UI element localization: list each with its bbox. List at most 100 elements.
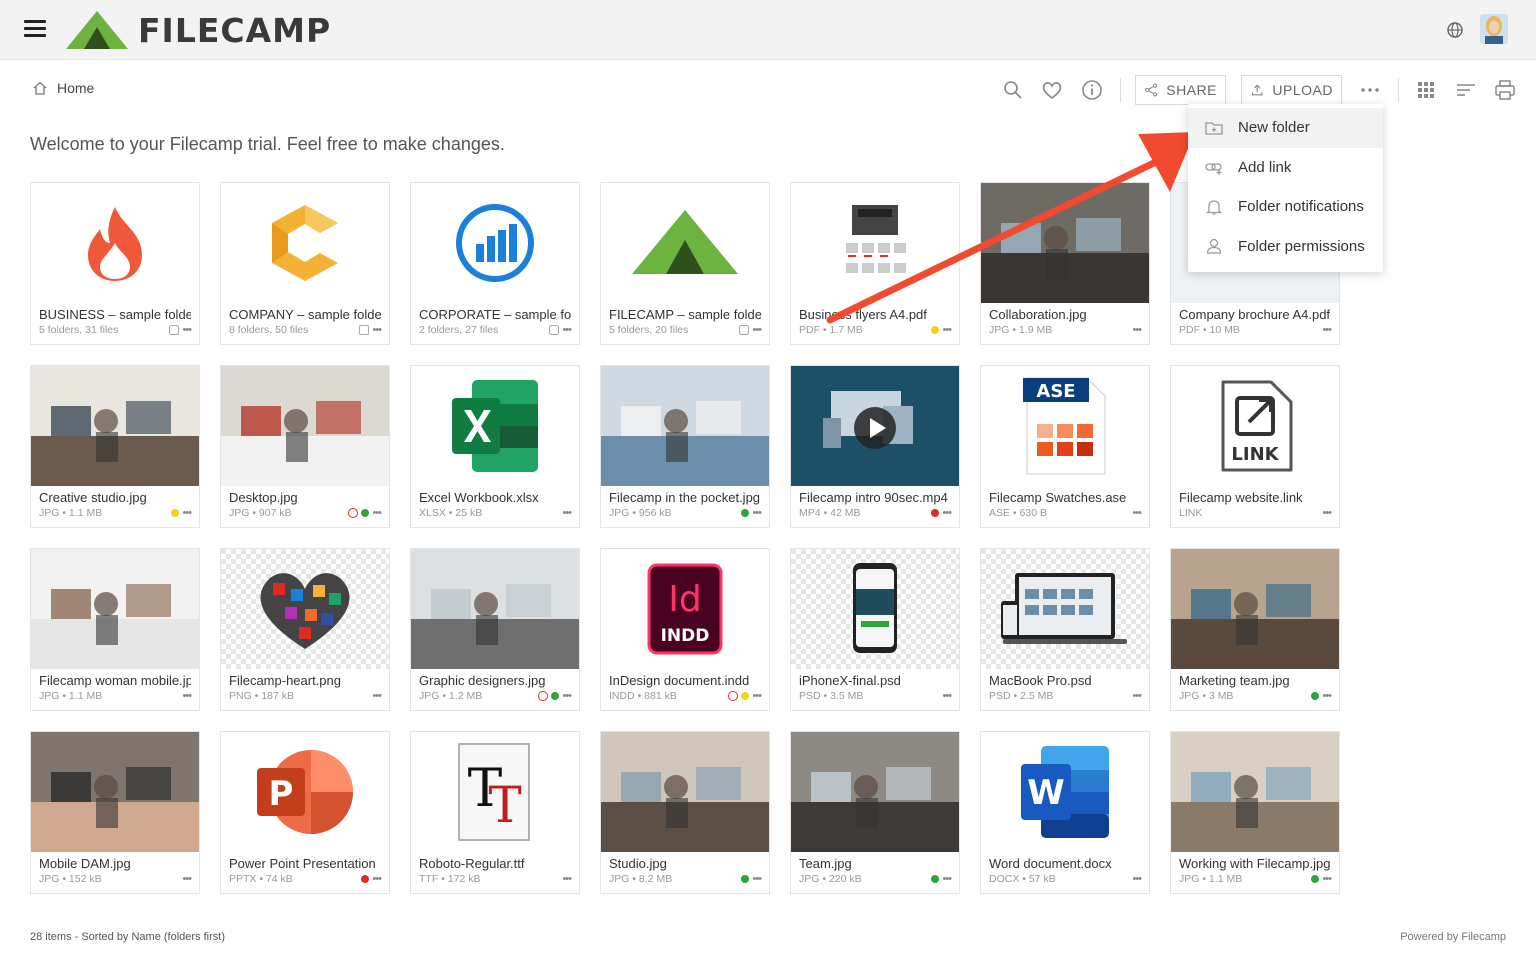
- search-icon[interactable]: [1001, 78, 1025, 102]
- item-name[interactable]: BUSINESS – sample folder: [39, 307, 191, 322]
- item-name[interactable]: Power Point Presentation: [229, 856, 381, 871]
- folder-card[interactable]: CORPORATE – sample folder 2 folders, 27 …: [410, 182, 580, 345]
- item-more-icon[interactable]: •••: [942, 324, 952, 336]
- folder-card[interactable]: COMPANY – sample folder 8 folders, 50 fi…: [220, 182, 390, 345]
- item-name[interactable]: Mobile DAM.jpg: [39, 856, 191, 871]
- item-more-icon[interactable]: •••: [752, 324, 762, 336]
- item-more-icon[interactable]: •••: [1132, 324, 1142, 336]
- item-more-icon[interactable]: •••: [182, 690, 192, 702]
- item-name[interactable]: MacBook Pro.psd: [989, 673, 1141, 688]
- thumbnail[interactable]: [601, 732, 769, 852]
- item-more-icon[interactable]: •••: [562, 507, 572, 519]
- item-name[interactable]: Business flyers A4.pdf: [799, 307, 951, 322]
- item-more-icon[interactable]: •••: [372, 873, 382, 885]
- item-name[interactable]: Desktop.jpg: [229, 490, 381, 505]
- user-avatar[interactable]: [1480, 14, 1508, 44]
- file-card[interactable]: Creative studio.jpg JPG • 1.1 MB •••: [30, 365, 200, 528]
- folder-action-icon[interactable]: [739, 325, 750, 335]
- file-card[interactable]: Id INDD InDesign document.indd INDD • 881…: [600, 548, 770, 711]
- item-more-icon[interactable]: •••: [1322, 873, 1332, 885]
- item-more-icon[interactable]: •••: [182, 507, 192, 519]
- file-card[interactable]: Graphic designers.jpg JPG • 1.2 MB •••: [410, 548, 580, 711]
- file-card[interactable]: Desktop.jpg JPG • 907 kB •••: [220, 365, 390, 528]
- item-more-icon[interactable]: •••: [1322, 690, 1332, 702]
- file-card[interactable]: Working with Filecamp.jpg JPG • 1.1 MB •…: [1170, 731, 1340, 894]
- file-card[interactable]: MacBook Pro.psd PSD • 2.5 MB •••: [980, 548, 1150, 711]
- thumbnail[interactable]: [411, 183, 579, 303]
- file-card[interactable]: Filecamp-heart.png PNG • 187 kB •••: [220, 548, 390, 711]
- item-more-icon[interactable]: •••: [372, 690, 382, 702]
- folder-action-icon[interactable]: [169, 325, 180, 335]
- share-button[interactable]: SHARE: [1135, 75, 1226, 105]
- more-icon[interactable]: [1358, 78, 1382, 102]
- file-card[interactable]: Filecamp in the pocket.jpg JPG • 956 kB …: [600, 365, 770, 528]
- thumbnail[interactable]: [791, 549, 959, 669]
- item-more-icon[interactable]: •••: [942, 690, 952, 702]
- item-more-icon[interactable]: •••: [1132, 873, 1142, 885]
- file-card[interactable]: W Word document.docx DOCX • 57 kB •••: [980, 731, 1150, 894]
- file-card[interactable]: iPhoneX-final.psd PSD • 3.5 MB •••: [790, 548, 960, 711]
- file-card[interactable]: Collaboration.jpg JPG • 1.9 MB •••: [980, 182, 1150, 345]
- item-more-icon[interactable]: •••: [562, 324, 572, 336]
- item-more-icon[interactable]: •••: [752, 690, 762, 702]
- item-name[interactable]: Filecamp intro 90sec.mp4: [799, 490, 951, 505]
- item-name[interactable]: iPhoneX-final.psd: [799, 673, 951, 688]
- item-name[interactable]: Collaboration.jpg: [989, 307, 1141, 322]
- item-more-icon[interactable]: •••: [1322, 507, 1332, 519]
- thumbnail[interactable]: TT: [411, 732, 579, 852]
- breadcrumb-home[interactable]: Home: [57, 80, 94, 96]
- item-name[interactable]: Filecamp woman mobile.jpg: [39, 673, 191, 688]
- thumbnail[interactable]: [221, 183, 389, 303]
- globe-icon[interactable]: [1445, 20, 1465, 40]
- thumbnail[interactable]: [31, 366, 199, 486]
- home-icon[interactable]: [32, 80, 48, 96]
- item-name[interactable]: Company brochure A4.pdf: [1179, 307, 1331, 322]
- item-name[interactable]: FILECAMP – sample folder: [609, 307, 761, 322]
- menu-icon[interactable]: [24, 20, 48, 40]
- file-card[interactable]: Business flyers A4.pdf PDF • 1.7 MB •••: [790, 182, 960, 345]
- item-name[interactable]: Filecamp in the pocket.jpg: [609, 490, 761, 505]
- item-name[interactable]: Creative studio.jpg: [39, 490, 191, 505]
- item-more-icon[interactable]: •••: [562, 873, 572, 885]
- item-name[interactable]: Excel Workbook.xlsx: [419, 490, 571, 505]
- file-card[interactable]: TT Roboto-Regular.ttf TTF • 172 kB •••: [410, 731, 580, 894]
- item-name[interactable]: Marketing team.jpg: [1179, 673, 1331, 688]
- item-name[interactable]: Graphic designers.jpg: [419, 673, 571, 688]
- info-icon[interactable]: [1080, 78, 1104, 102]
- thumbnail[interactable]: [221, 549, 389, 669]
- thumbnail[interactable]: ASE: [981, 366, 1149, 486]
- thumbnail[interactable]: [981, 549, 1149, 669]
- thumbnail[interactable]: [31, 549, 199, 669]
- item-name[interactable]: Filecamp Swatches.ase: [989, 490, 1141, 505]
- thumbnail[interactable]: W: [981, 732, 1149, 852]
- thumbnail[interactable]: [31, 183, 199, 303]
- item-more-icon[interactable]: •••: [1132, 507, 1142, 519]
- item-more-icon[interactable]: •••: [942, 507, 952, 519]
- menu-item-folder-permissions[interactable]: Folder permissions: [1188, 227, 1383, 267]
- thumbnail[interactable]: [1171, 732, 1339, 852]
- item-name[interactable]: Working with Filecamp.jpg: [1179, 856, 1331, 871]
- folder-action-icon[interactable]: [359, 325, 370, 335]
- sort-icon[interactable]: [1454, 78, 1478, 102]
- file-card[interactable]: Marketing team.jpg JPG • 3 MB •••: [1170, 548, 1340, 711]
- item-more-icon[interactable]: •••: [1322, 324, 1332, 336]
- file-card[interactable]: Excel Workbook.xlsx XLSX • 25 kB •••: [410, 365, 580, 528]
- filecamp-logo[interactable]: FILECAMP: [64, 8, 331, 52]
- print-icon[interactable]: [1493, 78, 1517, 102]
- folder-card[interactable]: BUSINESS – sample folder 5 folders, 31 f…: [30, 182, 200, 345]
- item-name[interactable]: Filecamp-heart.png: [229, 673, 381, 688]
- file-card[interactable]: Mobile DAM.jpg JPG • 152 kB •••: [30, 731, 200, 894]
- menu-item-new-folder[interactable]: New folder: [1188, 108, 1383, 148]
- thumbnail[interactable]: [791, 732, 959, 852]
- item-name[interactable]: COMPANY – sample folder: [229, 307, 381, 322]
- file-card[interactable]: ASE Filecamp Swatches.ase ASE • 630 B ••…: [980, 365, 1150, 528]
- item-more-icon[interactable]: •••: [752, 507, 762, 519]
- menu-item-add-link[interactable]: Add link: [1188, 148, 1383, 188]
- thumbnail[interactable]: [791, 366, 959, 486]
- thumbnail[interactable]: [1171, 549, 1339, 669]
- item-name[interactable]: CORPORATE – sample folder: [419, 307, 571, 322]
- thumbnail[interactable]: [31, 732, 199, 852]
- item-name[interactable]: Studio.jpg: [609, 856, 761, 871]
- thumbnail[interactable]: [411, 549, 579, 669]
- folder-action-icon[interactable]: [549, 325, 560, 335]
